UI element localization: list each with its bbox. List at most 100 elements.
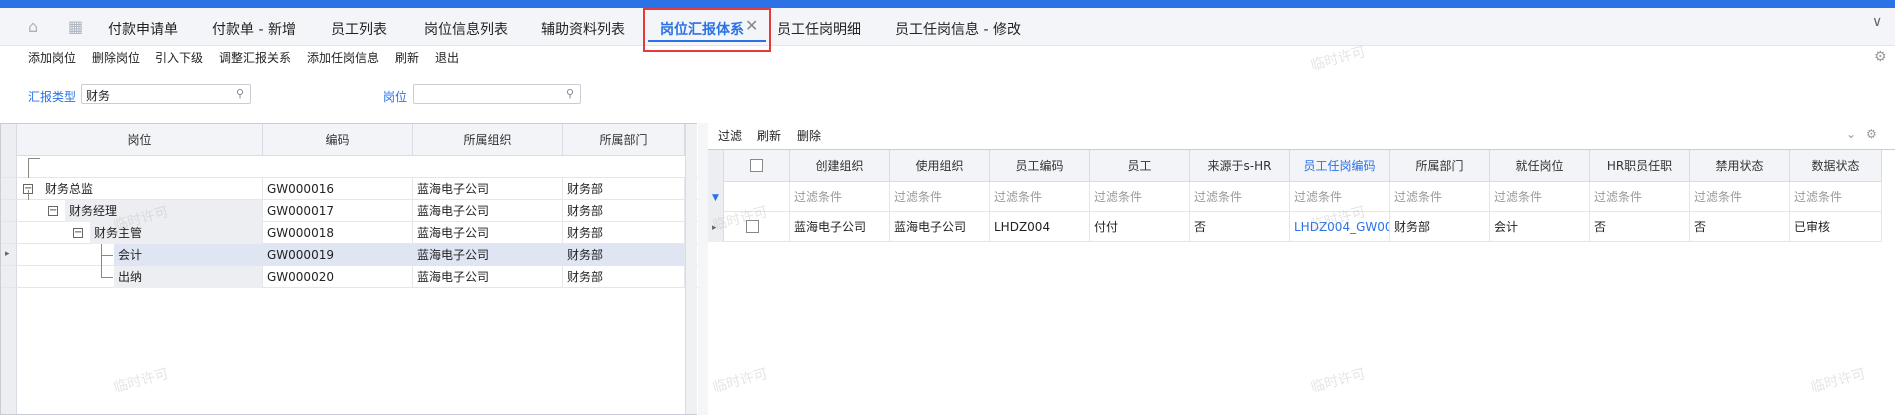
filter-button[interactable]: 过滤	[718, 127, 742, 144]
cell-data-status: 已审核	[1790, 212, 1882, 242]
watermark-text: 临时许可	[1309, 43, 1368, 74]
cell-create-org: 蓝海电子公司	[790, 212, 890, 242]
tree-root-placeholder	[1, 156, 698, 178]
filter-cell[interactable]: 过滤条件	[890, 182, 990, 212]
vertical-scrollbar[interactable]	[685, 124, 697, 414]
table-row[interactable]: − 财务主管 GW000018 蓝海电子公司 财务部	[1, 222, 698, 244]
cell-org: 蓝海电子公司	[413, 222, 563, 244]
refresh-button[interactable]: 刷新	[757, 127, 781, 144]
add-post-info-button[interactable]: 添加任岗信息	[307, 49, 379, 66]
delete-button[interactable]: 删除	[797, 127, 821, 144]
cell-code: GW000016	[263, 178, 413, 200]
tab-payment-request[interactable]: 付款申请单	[108, 19, 178, 39]
col-header-from-shr[interactable]: 来源于s-HR	[1190, 150, 1290, 182]
table-row[interactable]: − 财务经理 GW000017 蓝海电子公司 财务部	[1, 190, 698, 222]
cell-position: 财务总监	[41, 178, 263, 200]
exit-button[interactable]: 退出	[435, 49, 459, 66]
position-input[interactable]	[413, 84, 581, 104]
cell-org: 蓝海电子公司	[413, 244, 563, 266]
top-accent-bar	[0, 0, 1895, 8]
cell-org: 蓝海电子公司	[413, 178, 563, 200]
filter-cell[interactable]: 过滤条件	[1090, 182, 1190, 212]
cell-code: GW000018	[263, 222, 413, 244]
cell-position: 会计	[114, 244, 263, 266]
table-row[interactable]: − 财务总监 GW000016 蓝海电子公司 财务部	[1, 178, 698, 200]
col-header-hr-appointment[interactable]: HR职员任职	[1590, 150, 1690, 182]
table-row[interactable]: 出纳 GW000020 蓝海电子公司 财务部	[1, 266, 698, 288]
tab-employee-list[interactable]: 员工列表	[331, 19, 387, 39]
col-header-position[interactable]: 岗位	[17, 124, 263, 156]
tab-employee-post-detail[interactable]: 员工任岗明细	[777, 19, 861, 39]
tab-aux-data-list[interactable]: 辅助资料列表	[541, 19, 625, 39]
home-icon[interactable]: ⌂	[28, 17, 38, 36]
select-all-checkbox[interactable]	[750, 159, 763, 172]
cell-code: GW000020	[263, 266, 413, 288]
col-header-dept[interactable]: 所属部门	[563, 124, 685, 156]
col-header-create-org[interactable]: 创建组织	[790, 150, 890, 182]
cell-from-shr: 否	[1190, 212, 1290, 242]
cell-code: GW000019	[263, 244, 413, 266]
delete-position-button[interactable]: 删除岗位	[92, 49, 140, 66]
adjust-report-button[interactable]: 调整汇报关系	[219, 49, 291, 66]
filter-row-icon: ▼	[712, 193, 719, 203]
tab-position-list[interactable]: 岗位信息列表	[424, 19, 508, 39]
filter-cell[interactable]: 过滤条件	[790, 182, 890, 212]
chevron-down-icon[interactable]: ∨	[1872, 14, 1882, 30]
col-header-post-code[interactable]: 员工任岗编码	[1290, 150, 1390, 182]
filter-cell[interactable]: 过滤条件	[1490, 182, 1590, 212]
highlight-box	[643, 8, 771, 52]
cell-use-org: 蓝海电子公司	[890, 212, 990, 242]
cell-emp-code: LHDZ004	[990, 212, 1090, 242]
cell-post: 会计	[1490, 212, 1590, 242]
cell-employee: 付付	[1090, 212, 1190, 242]
col-header-data-status[interactable]: 数据状态	[1790, 150, 1882, 182]
sort-icon[interactable]: ⌄	[1846, 127, 1856, 141]
search-icon[interactable]: ⚲	[236, 87, 244, 100]
import-subordinate-button[interactable]: 引入下级	[155, 49, 203, 66]
cell-org: 蓝海电子公司	[413, 200, 563, 222]
filter-cell[interactable]: 过滤条件	[990, 182, 1090, 212]
cell-dept: 财务部	[563, 222, 685, 244]
col-header-dept[interactable]: 所属部门	[1390, 150, 1490, 182]
cell-dept: 财务部	[563, 244, 685, 266]
col-header-post[interactable]: 就任岗位	[1490, 150, 1590, 182]
col-header-disabled[interactable]: 禁用状态	[1690, 150, 1790, 182]
tab-employee-post-edit[interactable]: 员工任岗信息 - 修改	[895, 19, 1021, 39]
cell-dept: 财务部	[563, 178, 685, 200]
filter-cell[interactable]: 过滤条件	[1390, 182, 1490, 212]
refresh-button[interactable]: 刷新	[395, 49, 419, 66]
cell-position: 出纳	[114, 266, 263, 288]
position-label: 岗位	[383, 90, 408, 104]
col-header-employee[interactable]: 员工	[1090, 150, 1190, 182]
cell-org: 蓝海电子公司	[413, 266, 563, 288]
cell-dept: 财务部	[563, 200, 685, 222]
gear-icon[interactable]: ⚙	[1866, 127, 1877, 141]
gear-icon[interactable]: ⚙	[1874, 49, 1887, 65]
report-type-label: 汇报类型	[28, 90, 77, 104]
search-icon[interactable]: ⚲	[566, 87, 574, 100]
cell-hr-appointment: 否	[1590, 212, 1690, 242]
post-detail-grid: ▼ ▸ 创建组织 使用组织 员工编码 员工 来源于s-HR 员工任岗编码 所属部…	[708, 149, 1895, 415]
report-type-input[interactable]: 财务	[81, 84, 251, 104]
panel-splitter[interactable]	[698, 123, 708, 415]
table-row-selected[interactable]: ▸ 会计 GW000019 蓝海电子公司 财务部	[1, 244, 698, 266]
position-tree-grid: 岗位 编码 所属组织 所属部门 − 财务总监 GW000016 蓝海电子公司 财…	[0, 123, 698, 415]
col-header-select-all[interactable]	[724, 150, 790, 182]
grid-apps-icon[interactable]: ▦	[68, 17, 83, 36]
col-header-emp-code[interactable]: 员工编码	[990, 150, 1090, 182]
collapse-icon[interactable]: −	[73, 228, 83, 238]
cell-disabled: 否	[1690, 212, 1790, 242]
add-position-button[interactable]: 添加岗位	[28, 49, 76, 66]
col-header-org[interactable]: 所属组织	[413, 124, 563, 156]
filter-cell[interactable]: 过滤条件	[1590, 182, 1690, 212]
col-header-use-org[interactable]: 使用组织	[890, 150, 990, 182]
filter-cell[interactable]: 过滤条件	[1790, 182, 1882, 212]
collapse-icon[interactable]: −	[48, 206, 58, 216]
filter-cell[interactable]: 过滤条件	[1690, 182, 1790, 212]
current-row-icon: ▸	[5, 249, 10, 259]
cell-dept: 财务部	[1390, 212, 1490, 242]
col-header-code[interactable]: 编码	[263, 124, 413, 156]
filter-cell[interactable]: 过滤条件	[1190, 182, 1290, 212]
cell-dept: 财务部	[563, 266, 685, 288]
tab-payment-new[interactable]: 付款单 - 新增	[212, 19, 296, 39]
